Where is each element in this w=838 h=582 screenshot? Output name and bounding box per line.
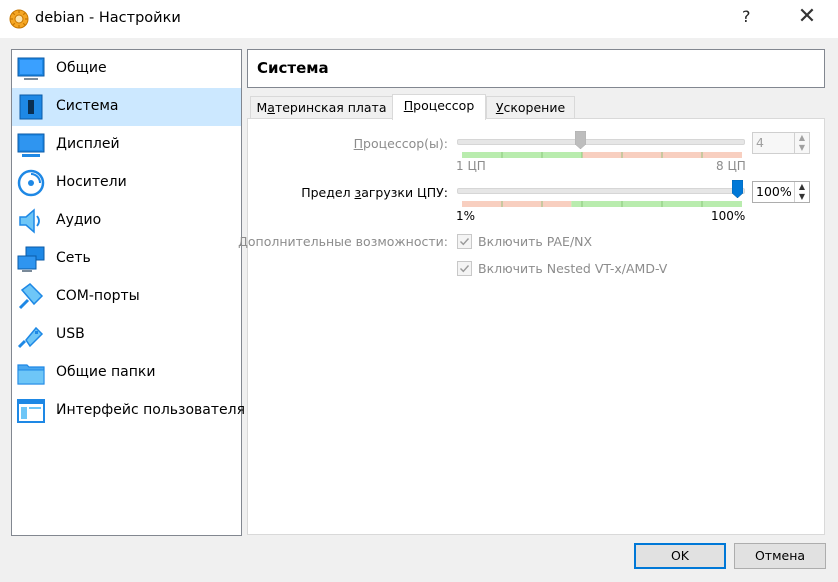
cpu-limit-max-label: 100%	[711, 209, 746, 223]
sidebar-item-usb[interactable]: USB	[12, 316, 241, 354]
sidebar-item-com-ports[interactable]: COM-порты	[12, 278, 241, 316]
display-icon	[17, 133, 45, 157]
cpu-count-spinbox[interactable]: 4 ▲ ▼	[752, 132, 810, 154]
page-title: Система	[257, 59, 329, 77]
sidebar-item-label: Сеть	[56, 250, 91, 266]
sidebar-item-general[interactable]: Общие	[12, 50, 241, 88]
scale-safe-segment	[571, 201, 742, 207]
cpu-limit-scale	[462, 201, 742, 207]
section-header: Система	[247, 49, 825, 88]
scale-safe-segment	[462, 152, 583, 158]
extended-features-label: Дополнительные возможности:	[238, 234, 448, 249]
pae-nx-label: Включить PAE/NX	[478, 234, 593, 249]
sidebar-item-shared-folders[interactable]: Общие папки	[12, 354, 241, 392]
tab-processor[interactable]: Процессор	[392, 94, 486, 120]
sidebar-item-label: COM-порты	[56, 288, 140, 304]
sidebar-item-label: Система	[56, 98, 119, 114]
cpu-count-max-label: 8 ЦП	[716, 159, 746, 173]
close-button[interactable]: ✕	[796, 5, 818, 29]
cpu-count-slider-track	[457, 139, 745, 145]
cpu-limit-spinbox[interactable]: 100% ▲ ▼	[752, 181, 810, 203]
spin-arrows: ▲ ▼	[794, 182, 809, 202]
cpu-limit-slider-track	[457, 188, 745, 194]
scale-warning-segment	[462, 201, 572, 207]
nested-vtx-checkbox[interactable]	[457, 261, 472, 276]
spin-down-icon[interactable]: ▼	[795, 143, 809, 153]
spin-arrows: ▲ ▼	[794, 133, 809, 153]
cpu-limit-value: 100%	[756, 184, 792, 199]
title-bar: debian - Настройки ? ✕	[0, 0, 838, 38]
sidebar-item-label: Интерфейс пользователя	[56, 402, 246, 418]
sidebar-item-label: USB	[56, 326, 85, 342]
sidebar-item-user-interface[interactable]: Интерфейс пользователя	[12, 392, 245, 430]
cpu-count-scale	[462, 152, 742, 158]
pae-nx-checkbox[interactable]	[457, 234, 472, 249]
sidebar-item-label: Общие	[56, 60, 107, 76]
nested-vtx-label: Включить Nested VT-x/AMD-V	[478, 261, 668, 276]
virtualbox-app-icon	[9, 9, 29, 29]
sidebar-item-network[interactable]: Сеть	[12, 240, 241, 278]
disk-icon	[17, 169, 45, 197]
speaker-icon	[19, 208, 40, 234]
usb-icon	[17, 326, 44, 349]
motherboard-icon	[19, 94, 43, 120]
network-icon	[17, 246, 45, 272]
sidebar-item-label: Дисплей	[56, 136, 120, 152]
cpu-limit-slider-thumb[interactable]	[732, 180, 743, 198]
checkmark-icon	[460, 265, 470, 273]
spin-down-icon[interactable]: ▼	[795, 192, 809, 202]
tab-acceleration[interactable]: Ускорение	[486, 96, 575, 119]
cpu-count-label: Процессор(ы):	[353, 136, 448, 151]
help-button[interactable]: ?	[742, 7, 751, 26]
cancel-button[interactable]: Отмена	[734, 543, 826, 569]
cpu-count-slider-thumb[interactable]	[574, 131, 586, 149]
settings-category-list: Общие Система Дисплей Носители Аудио Сет…	[11, 49, 245, 536]
cpu-limit-min-label: 1%	[456, 209, 476, 223]
sidebar-item-label: Общие папки	[56, 364, 156, 380]
sidebar-item-storage[interactable]: Носители	[12, 164, 241, 202]
sidebar-item-label: Носители	[56, 174, 127, 190]
tab-motherboard[interactable]: Материнская плата	[250, 96, 393, 119]
serial-port-icon	[18, 283, 44, 310]
checkmark-icon	[460, 238, 470, 246]
monitor-icon	[17, 57, 45, 80]
sidebar-item-system[interactable]: Система	[12, 88, 241, 126]
spin-up-icon[interactable]: ▲	[795, 182, 809, 192]
window-title: debian - Настройки	[35, 10, 181, 26]
sidebar-item-audio[interactable]: Аудио	[12, 202, 241, 240]
cpu-count-value: 4	[756, 135, 764, 150]
folder-icon	[17, 364, 45, 385]
cpu-count-min-label: 1 ЦП	[456, 159, 486, 173]
cpu-limit-label: Предел загрузки ЦПУ:	[301, 185, 448, 200]
ok-button[interactable]: OK	[634, 543, 726, 569]
sidebar-item-display[interactable]: Дисплей	[12, 126, 241, 164]
ui-window-icon	[17, 399, 45, 423]
spin-up-icon[interactable]: ▲	[795, 133, 809, 143]
sidebar-item-label: Аудио	[56, 212, 102, 228]
